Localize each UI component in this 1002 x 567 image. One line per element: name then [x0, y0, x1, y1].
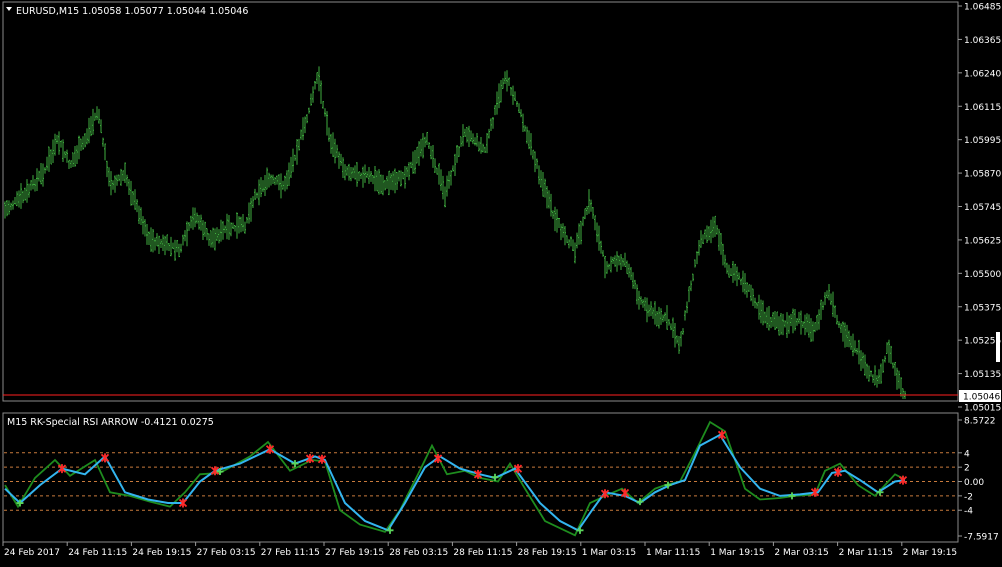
- price-axis: 1.06485 1.06365 1.06240 1.06115 1.05995 1.058…: [958, 3, 1001, 414]
- indicator-tick-label: -4: [964, 507, 973, 517]
- time-tick-label: 24 Feb 11:15: [68, 548, 127, 558]
- scroll-marker[interactable]: [996, 332, 1000, 362]
- time-tick-label: 27 Feb 03:15: [197, 548, 256, 558]
- time-tick-label: 28 Feb 11:15: [453, 548, 512, 558]
- price-tick-label: 1.05135: [964, 370, 1001, 380]
- price-tick-label: 1.05500: [964, 270, 1001, 280]
- price-tick-label: 1.05015: [964, 404, 1001, 414]
- indicator-title: M15 RK-Special RSI ARROW -0.4121 0.0275: [7, 417, 214, 428]
- price-tick-label: 1.05255: [964, 337, 1001, 347]
- indicator-axis: 8.5722 4 2 0.00 -2 -4 -7.5917: [958, 417, 999, 543]
- price-tick-label: 1.06485: [964, 3, 1001, 13]
- price-tick-label: 1.05995: [964, 136, 1001, 146]
- price-tick-label: 1.06365: [964, 36, 1001, 46]
- price-tick-label: 1.06115: [964, 103, 1001, 113]
- time-tick-label: 28 Feb 19:15: [518, 548, 577, 558]
- indicator-tick-label: 4: [964, 449, 970, 459]
- time-tick-label: 24 Feb 19:15: [132, 548, 191, 558]
- price-tick-label: 1.06240: [964, 69, 1001, 79]
- time-tick-label: 1 Mar 19:15: [710, 548, 764, 558]
- chart-window[interactable]: 1.06485 1.06365 1.06240 1.06115 1.05995 1.058…: [0, 0, 1002, 563]
- price-tick-label: 1.05745: [964, 203, 1001, 213]
- indicator-tick-label: 8.5722: [964, 417, 996, 427]
- time-tick-label: 24 Feb 2017: [4, 548, 60, 558]
- indicator-tick-label: -7.5917: [964, 533, 999, 543]
- time-tick-label: 1 Mar 11:15: [646, 548, 700, 558]
- indicator-tick-label: 0.00: [964, 478, 984, 488]
- current-price-label: 1.05046: [963, 393, 1000, 403]
- time-axis: 24 Feb 2017 24 Feb 11:15 24 Feb 19:15 27 Fe…: [2, 542, 957, 558]
- chart-title: EURUSD,M15 1.05058 1.05077 1.05044 1.050…: [16, 6, 248, 17]
- price-panel[interactable]: [2, 1, 959, 402]
- time-tick-label: 2 Mar 19:15: [903, 548, 957, 558]
- time-tick-label: 2 Mar 11:15: [839, 548, 893, 558]
- time-tick-label: 27 Feb 11:15: [261, 548, 320, 558]
- indicator-tick-label: -2: [964, 492, 973, 502]
- price-tick-label: 1.05870: [964, 170, 1001, 180]
- time-tick-label: 1 Mar 03:15: [582, 548, 636, 558]
- time-tick-label: 28 Feb 03:15: [389, 548, 448, 558]
- price-tick-label: 1.05625: [964, 236, 1001, 246]
- time-tick-label: 27 Feb 19:15: [325, 548, 384, 558]
- price-tick-label: 1.05375: [964, 303, 1001, 313]
- time-tick-label: 2 Mar 03:15: [774, 548, 828, 558]
- chart-canvas[interactable]: 1.06485 1.06365 1.06240 1.06115 1.05995 1.058…: [0, 0, 1002, 563]
- indicator-tick-label: 2: [964, 464, 970, 474]
